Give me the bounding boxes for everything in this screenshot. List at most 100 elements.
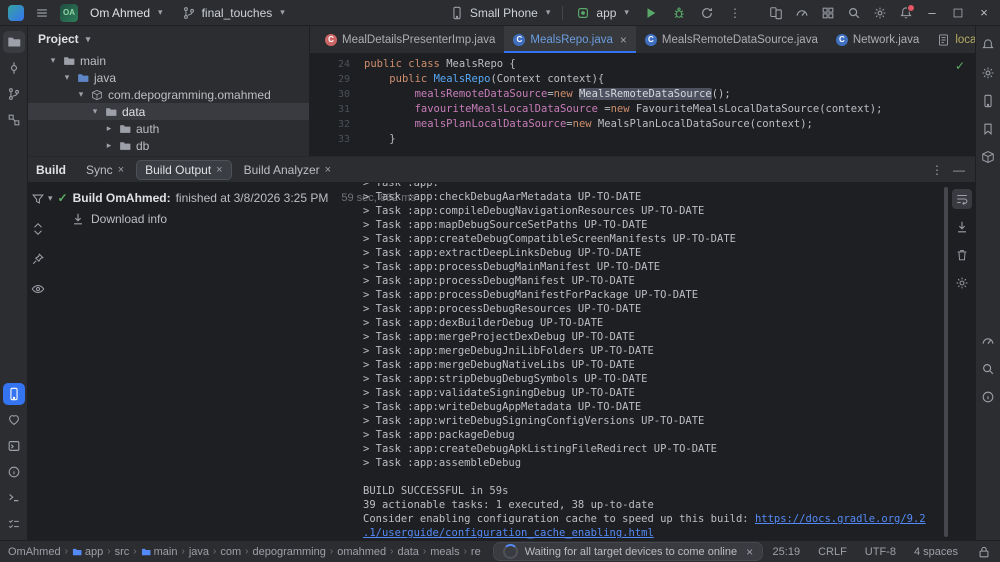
breadcrumb-item-omahmed[interactable]: OmAhmed [8,546,61,558]
inspect-button[interactable] [28,279,48,299]
maximize-button[interactable] [946,2,970,24]
console-settings-button[interactable] [952,273,972,293]
tool-project-button[interactable] [3,31,25,53]
chevron-right-icon[interactable]: ▸ [104,140,114,151]
tool-running-devices-button[interactable] [3,383,25,405]
tool-device-manager-button[interactable] [977,90,999,112]
build-tab-build-analyzer[interactable]: Build Analyzer× [236,161,339,179]
pin-button[interactable] [28,249,48,269]
editor-tab-mealsremotedatasource-java[interactable]: CMealsRemoteDataSource.java [636,26,827,53]
code-line[interactable]: 31 favouriteMealsLocalDataSource =new Fa… [310,102,975,117]
debug-button[interactable] [667,2,691,24]
tool-pull-requests-button[interactable] [3,83,25,105]
close-button[interactable]: × [972,2,996,24]
tree-item-java[interactable]: ▾java [28,69,309,86]
profiler-button[interactable] [790,2,814,24]
editor-tab-network-java[interactable]: CNetwork.java [827,26,928,53]
code-line[interactable]: 30 mealsRemoteDataSource=new MealsRemote… [310,87,975,102]
breadcrumb-item-meals[interactable]: meals [430,546,459,558]
line-separator-widget[interactable]: CRLF [818,546,847,558]
console-scrollbar[interactable] [944,187,948,537]
branch-selector[interactable]: final_touches ▾ [175,3,291,23]
breadcrumb-item-java[interactable]: java [189,546,209,558]
code-area[interactable]: 24public class MealsRepo {29 public Meal… [310,54,975,156]
console-link[interactable]: https://docs.gradle.org/9.2 [755,513,926,525]
breadcrumb-item-data[interactable]: data [397,546,418,558]
code-line[interactable]: 29 public MealsRepo(Context context){ [310,72,975,87]
code-line[interactable]: 32 mealsPlanLocalDataSource=new MealsPla… [310,117,975,132]
tool-logcat-button[interactable] [3,435,25,457]
chevron-down-icon[interactable]: ▾ [62,72,72,83]
status-message[interactable]: Waiting for all target devices to come o… [493,542,763,561]
hide-panel-icon[interactable]: — [951,162,967,178]
caret-position[interactable]: 25:19 [773,546,801,558]
tree-item-auth[interactable]: ▸auth [28,120,309,137]
search-button[interactable] [842,2,866,24]
close-tab-icon[interactable]: × [325,164,331,176]
sync-button[interactable] [695,2,719,24]
tool-assistant-button[interactable] [977,386,999,408]
lock-icon[interactable] [976,544,992,560]
build-tab-sync[interactable]: Sync× [78,161,132,179]
run-config-selector[interactable]: app ▾ [569,3,635,23]
breadcrumb-item-app[interactable]: app [72,546,103,558]
project-selector[interactable]: Om Ahmed ▾ [84,4,169,22]
tool-gradle-button[interactable] [977,62,999,84]
code-line[interactable]: 33 } [310,132,975,147]
build-window-title[interactable]: Build [36,163,66,177]
breadcrumb-item-depogramming[interactable]: depogramming [252,546,325,558]
breadcrumb-item-com[interactable]: com [220,546,241,558]
tool-app-insights-button[interactable] [3,409,25,431]
minimize-button[interactable]: – [920,2,944,24]
filter-button[interactable] [28,189,48,209]
build-tab-build-output[interactable]: Build Output× [136,160,231,180]
tool-todo-button[interactable] [3,513,25,535]
tree-item-main[interactable]: ▾main [28,52,309,69]
project-avatar[interactable]: OA [60,4,78,22]
code-line[interactable]: 24public class MealsRepo { [310,57,975,72]
layout-inspector-button[interactable] [816,2,840,24]
breadcrumb-item-src[interactable]: src [115,546,130,558]
chevron-down-icon[interactable]: ▾ [48,55,58,66]
expand-all-button[interactable] [28,219,48,239]
settings-button[interactable] [868,2,892,24]
console-link[interactable]: .1/userguide/configuration_cache_enablin… [363,527,654,539]
tree-item-com-depogramming-omahmed[interactable]: ▾com.depogramming.omahmed [28,86,309,103]
tool-app-inspection-button[interactable] [977,358,999,380]
project-panel-header[interactable]: Project ▾ [28,26,309,52]
scroll-to-end-button[interactable] [952,217,972,237]
breadcrumb-item-main[interactable]: main [141,546,178,558]
chevron-down-icon[interactable]: ▾ [76,89,86,100]
tool-profiler-button[interactable] [977,330,999,352]
soft-wrap-button[interactable] [952,189,972,209]
build-console[interactable]: > Task :app:> Task :app:checkDebugAarMet… [355,183,949,540]
editor-tab-local-properties[interactable]: local.properties [928,26,975,53]
more-vertical-icon[interactable]: ⋮ [929,162,945,178]
chevron-right-icon[interactable]: ▸ [104,123,114,134]
dismiss-message-button[interactable]: × [746,545,753,559]
close-tab-icon[interactable]: × [620,33,627,47]
breadcrumb-item-re[interactable]: re [471,546,481,558]
tool-commit-button[interactable] [3,57,25,79]
chevron-down-icon[interactable]: ▾ [90,106,100,117]
clear-console-button[interactable] [952,245,972,265]
main-menu-button[interactable] [30,2,54,24]
tool-bookmarks-button[interactable] [977,118,999,140]
tool-structure-button[interactable] [3,109,25,131]
tool-maven-button[interactable] [977,146,999,168]
more-actions-button[interactable]: ⋮ [723,2,747,24]
device-mirroring-button[interactable] [764,2,788,24]
tool-problems-button[interactable] [3,461,25,483]
inspections-status-icon[interactable]: ✓ [955,59,965,73]
close-tab-icon[interactable]: × [216,164,222,176]
device-selector[interactable]: Small Phone ▾ [443,3,557,23]
indent-widget[interactable]: 4 spaces [914,546,958,558]
notifications-button[interactable] [894,2,918,24]
tree-item-data[interactable]: ▾data [28,103,309,120]
encoding-widget[interactable]: UTF-8 [865,546,896,558]
breadcrumb-item-omahmed[interactable]: omahmed [337,546,386,558]
tree-item-db[interactable]: ▸db [28,137,309,154]
chevron-down-icon[interactable]: ▾ [48,193,53,204]
editor-tab-mealsrepo-java[interactable]: CMealsRepo.java× [504,26,635,53]
close-tab-icon[interactable]: × [118,164,124,176]
